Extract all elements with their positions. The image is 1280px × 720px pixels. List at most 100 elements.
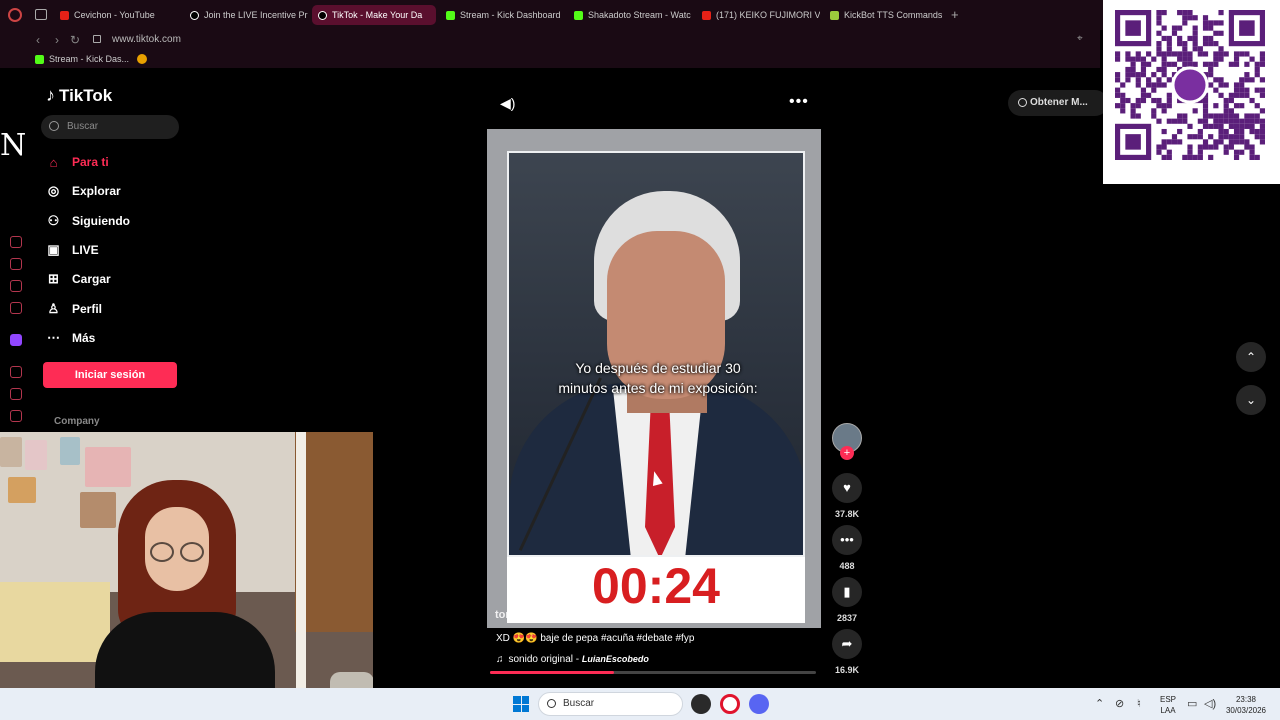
video-player[interactable]: Yo después de estudiar 30 minutos antes … [487,129,821,628]
pin-icon[interactable]: ⌖ [1077,33,1083,44]
webcam-door-frame [296,432,306,712]
clock-date: 30/03/2026 [1225,706,1267,715]
new-tab-plus-icon[interactable]: + [951,8,959,22]
youtube-icon [702,10,711,20]
tab-label: Shakadoto Stream - Watc [588,10,691,20]
sidebar-pinboard-icon[interactable] [10,302,22,314]
next-video-button[interactable]: ⌄ [1236,385,1266,415]
taskbar-search-placeholder: Buscar [563,698,595,709]
nav-item-mas[interactable]: ⋯ Más [46,327,186,349]
nav-item-para-ti[interactable]: ⌂ Para ti [46,151,186,173]
nav-item-explorar[interactable]: ◎ Explorar [46,180,186,202]
tab-overview-icon[interactable] [35,9,47,20]
taskbar-search[interactable]: Buscar [538,692,683,716]
sidebar-history-icon[interactable] [10,236,22,248]
tiktok-logo[interactable]: ♪ TikTok [46,85,112,106]
video-progress-bar[interactable] [490,671,816,674]
video-description[interactable]: XD 😍😍 baje de pepa #acuña #debate #fyp [496,632,694,645]
tab-label: (171) KEIKO FUJIMORI VS [716,10,820,20]
heart-icon: ♥ [843,480,851,495]
caption-line: Yo después de estudiar 30 [575,360,741,376]
video-sound[interactable]: ♫ sonido original - LuianEscobedo [496,653,649,666]
url-field[interactable]: www.tiktok.com [112,30,181,50]
windows-start-icon[interactable] [513,696,529,712]
nav-item-cargar[interactable]: ⊞ Cargar [46,268,186,290]
follow-button[interactable]: + [840,446,854,460]
nav-item-perfil[interactable]: ♙ Perfil [46,298,186,320]
company-link[interactable]: Company [54,416,100,427]
language-indicator[interactable]: ESP LAA [1158,694,1178,716]
webcam-shelf [0,582,110,662]
opera-icon[interactable] [720,694,740,714]
sidebar-clock-icon[interactable] [10,388,22,400]
chevron-up-icon: ⌃ [1245,350,1257,364]
speaker-icon[interactable]: ◁) [1204,697,1216,710]
network-icon[interactable]: ⊘ [1115,697,1124,710]
sidebar-player-icon[interactable] [10,366,22,378]
like-button[interactable]: ♥ [832,473,862,503]
tab-tiktok-live-incentive[interactable]: Join the LIVE Incentive Pr [184,5,308,25]
nav-label: Explorar [72,184,121,198]
nav-item-live[interactable]: ▣ LIVE [46,239,186,261]
profile-icon: ♙ [47,301,60,316]
tab-shakadoto-stream[interactable]: Shakadoto Stream - Watc [568,5,692,25]
clock[interactable]: 23:38 30/03/2026 [1222,694,1270,716]
tab-youtube[interactable]: Cevichon - YouTube [54,5,178,25]
nav-item-siguiendo[interactable]: ⚇ Siguiendo [46,210,186,232]
share-button[interactable]: ➦ [832,629,862,659]
microphone-icon[interactable]: ♮ [1137,697,1141,710]
video-watermark: tommy.clipss [495,609,565,621]
discord-icon[interactable] [749,694,769,714]
qr-code [1115,10,1265,160]
bookmark-kick-dashboard[interactable]: Stream - Kick Das... [35,50,129,68]
reload-icon[interactable]: ↻ [70,30,80,50]
nav-label: LIVE [72,243,99,257]
nav-label: Cargar [72,272,111,286]
search-icon [49,121,59,131]
clock-time: 23:38 [1235,695,1257,704]
browser-tab-bar: Cevichon - YouTube Join the LIVE Incenti… [0,0,1280,30]
more-options-icon[interactable]: ••• [789,93,809,111]
search-input[interactable]: Buscar [41,115,179,139]
wall-poster [85,447,131,487]
nav-label: Siguiendo [72,214,130,228]
get-app-button[interactable]: Obtener M... [1008,90,1108,116]
sidebar-messenger-icon[interactable] [10,280,22,292]
tiktok-icon [318,10,327,20]
music-note-icon: ♫ [496,654,504,665]
back-icon[interactable]: ‹ [36,30,40,50]
sidebar-chat-icon[interactable] [10,410,22,422]
opera-menu-icon[interactable] [8,8,22,22]
login-button[interactable]: Iniciar sesión [43,362,177,388]
kick-icon [446,10,455,20]
tab-kickbot[interactable]: KickBot TTS Commands [824,5,948,25]
comment-icon: ••• [840,532,854,547]
sound-prefix: sonido original - [508,654,582,665]
tab-label: Join the LIVE Incentive Pr [204,10,308,20]
volume-icon[interactable]: ◀) [500,95,515,112]
save-button[interactable]: ▮ [832,577,862,607]
home-icon: ⌂ [49,154,58,170]
windows-taskbar: Buscar ⌃ ⊘ ♮ ESP LAA ▭ ◁) 23:38 30/03/20… [0,688,1280,720]
kick-icon [35,54,44,64]
display-icon[interactable]: ▭ [1187,697,1197,710]
kickbot-icon [830,10,839,20]
wall-poster [8,477,36,503]
comment-button[interactable]: ••• [832,525,862,555]
sidebar-twitch-icon[interactable] [10,334,22,346]
tab-youtube-keiko[interactable]: (171) KEIKO FUJIMORI VS [696,5,820,25]
tab-kick-dashboard[interactable]: Stream - Kick Dashboard [440,5,564,25]
sidebar-wallet-icon[interactable] [10,258,22,270]
save-count: 2837 [836,613,858,623]
tab-tiktok-active[interactable]: TikTok - Make Your Da [312,5,436,25]
search-placeholder: Buscar [67,121,99,132]
bookmark-icon[interactable] [137,54,147,64]
obs-icon[interactable] [691,694,711,714]
forward-icon[interactable]: › [55,30,59,50]
kick-icon [574,10,583,20]
get-app-icon [1018,98,1027,107]
wall-poster [0,437,22,467]
nav-label: Más [72,331,96,345]
tray-overflow-icon[interactable]: ⌃ [1095,697,1104,710]
previous-video-button[interactable]: ⌃ [1236,342,1266,372]
